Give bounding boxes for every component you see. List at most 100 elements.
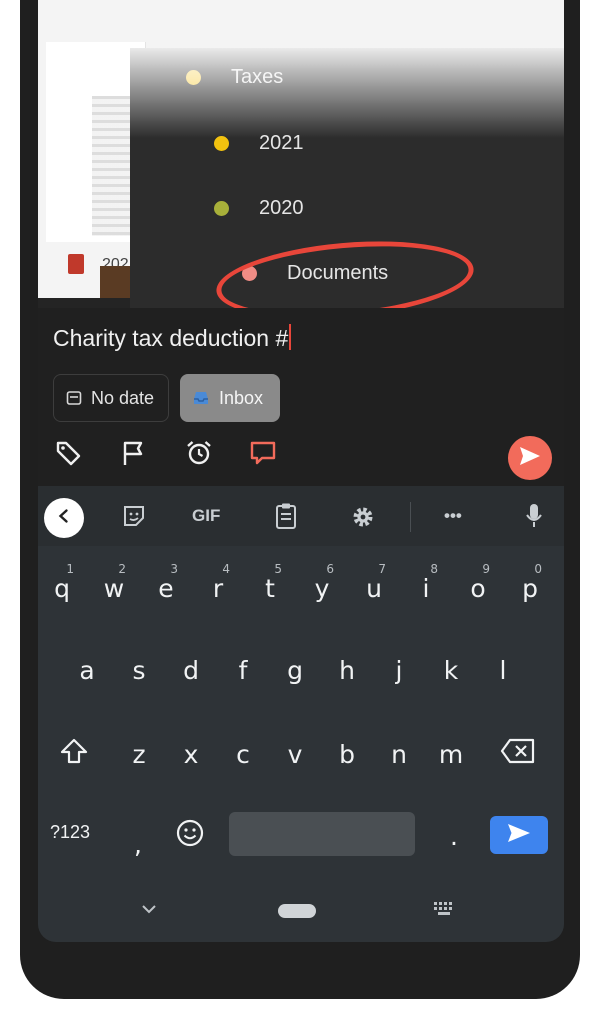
phone-frame: 2021 Taxes 2021 2020 Documents Charity t… <box>20 0 580 999</box>
collapse-toolbar-button[interactable] <box>44 498 84 538</box>
key-hint: 9 <box>482 562 490 576</box>
gear-icon[interactable] <box>350 504 376 535</box>
label-icon[interactable] <box>53 438 83 472</box>
key-v[interactable]: v <box>271 726 319 782</box>
key-q[interactable]: 1q <box>38 560 86 616</box>
clipboard-icon[interactable] <box>274 502 298 535</box>
key-n[interactable]: n <box>375 726 423 782</box>
emoji-icon <box>175 818 205 854</box>
key-label: i <box>422 573 430 603</box>
key-label: o <box>470 573 486 603</box>
key-label: u <box>366 573 382 603</box>
toolbar-divider <box>410 502 411 532</box>
send-icon <box>518 445 542 472</box>
project-label: Inbox <box>219 387 264 408</box>
key-p[interactable]: 0p <box>506 560 554 616</box>
suggestion-item-taxes[interactable]: Taxes <box>186 66 283 89</box>
shift-key[interactable] <box>50 726 98 782</box>
project-color-dot <box>186 70 201 85</box>
key-e[interactable]: 3e <box>142 560 190 616</box>
suggestion-item-2021[interactable]: 2021 <box>214 132 304 155</box>
key-m[interactable]: m <box>427 726 475 782</box>
key-label: q <box>54 573 70 603</box>
key-hint: 4 <box>222 562 230 576</box>
shift-icon <box>59 736 89 772</box>
symbols-key[interactable]: ?123 <box>50 822 90 843</box>
sticker-icon[interactable] <box>122 504 146 533</box>
key-x[interactable]: x <box>167 726 215 782</box>
key-hint: 3 <box>170 562 178 576</box>
key-hint: 5 <box>274 562 282 576</box>
onscreen-keyboard: GIF ••• 1q 2w 3e 4r 5t 6y 7 u 8 i 9 o 0 … <box>38 486 564 942</box>
due-date-label: No date <box>91 387 155 408</box>
key-hint: 6 <box>326 562 334 576</box>
project-color-dot <box>214 136 229 151</box>
calendar-icon <box>66 390 82 406</box>
key-u[interactable]: 7u <box>350 560 398 616</box>
home-pill[interactable] <box>278 904 316 918</box>
inbox-icon <box>192 390 210 406</box>
key-o[interactable]: 9o <box>454 560 502 616</box>
system-nav-bar <box>38 888 564 942</box>
backspace-icon <box>500 738 536 770</box>
key-a[interactable]: a <box>63 642 111 698</box>
emoji-key[interactable] <box>166 808 214 864</box>
key-label: e <box>158 573 174 603</box>
key-b[interactable]: b <box>323 726 371 782</box>
key-r[interactable]: 4r <box>194 560 242 616</box>
suggestion-item-2020[interactable]: 2020 <box>214 197 304 220</box>
key-w[interactable]: 2w <box>90 560 138 616</box>
comment-icon[interactable] <box>248 438 278 472</box>
space-key[interactable] <box>229 812 415 856</box>
gif-button[interactable]: GIF <box>192 506 220 526</box>
keyboard-toolbar: GIF ••• <box>38 486 564 546</box>
key-l[interactable]: l <box>479 642 527 698</box>
key-s[interactable]: s <box>115 642 163 698</box>
key-k[interactable]: k <box>427 642 475 698</box>
task-name-input[interactable]: Charity tax deduction # <box>53 324 292 352</box>
more-options-button[interactable]: ••• <box>444 506 462 526</box>
priority-flag-icon[interactable] <box>118 438 148 472</box>
key-label: t <box>265 573 275 603</box>
project-color-dot <box>214 201 229 216</box>
microphone-icon[interactable] <box>524 502 544 535</box>
key-t[interactable]: 5t <box>246 560 294 616</box>
period-key[interactable]: . <box>430 808 478 864</box>
send-button[interactable] <box>508 436 552 480</box>
suggestion-label: 2020 <box>259 197 304 219</box>
key-hint: 8 <box>430 562 438 576</box>
key-g[interactable]: g <box>271 642 319 698</box>
key-f[interactable]: f <box>219 642 267 698</box>
keyboard-switch-icon[interactable] <box>434 902 456 921</box>
chevron-down-icon[interactable] <box>140 902 158 921</box>
suggestion-label: 2021 <box>259 132 304 154</box>
task-name-text: Charity tax deduction # <box>53 325 289 351</box>
dropdown-fade <box>130 48 564 138</box>
suggestion-label: Taxes <box>231 66 284 88</box>
key-hint: 7 <box>378 562 386 576</box>
key-d[interactable]: d <box>167 642 215 698</box>
reminder-alarm-icon[interactable] <box>184 438 214 472</box>
key-i[interactable]: 8i <box>402 560 450 616</box>
send-arrow-icon <box>506 822 532 849</box>
key-label: y <box>314 573 330 603</box>
screen: 2021 Taxes 2021 2020 Documents Charity t… <box>38 0 564 942</box>
key-label: p <box>522 573 538 603</box>
key-c[interactable]: c <box>219 726 267 782</box>
quick-add-panel: Charity tax deduction # No date Inbox <box>38 308 564 486</box>
backspace-key[interactable] <box>494 726 542 782</box>
text-caret <box>289 324 292 350</box>
chevron-left-icon <box>56 508 72 529</box>
project-chip[interactable]: Inbox <box>180 374 280 422</box>
due-date-chip[interactable]: No date <box>53 374 169 422</box>
pdf-icon <box>68 254 84 274</box>
enter-key[interactable] <box>490 816 548 854</box>
key-j[interactable]: j <box>375 642 423 698</box>
key-hint: 0 <box>534 562 542 576</box>
key-z[interactable]: z <box>115 726 163 782</box>
key-y[interactable]: 6y <box>298 560 346 616</box>
comma-key[interactable]: , <box>114 816 162 872</box>
key-label: r <box>212 573 224 603</box>
key-hint: 1 <box>66 562 74 576</box>
key-h[interactable]: h <box>323 642 371 698</box>
